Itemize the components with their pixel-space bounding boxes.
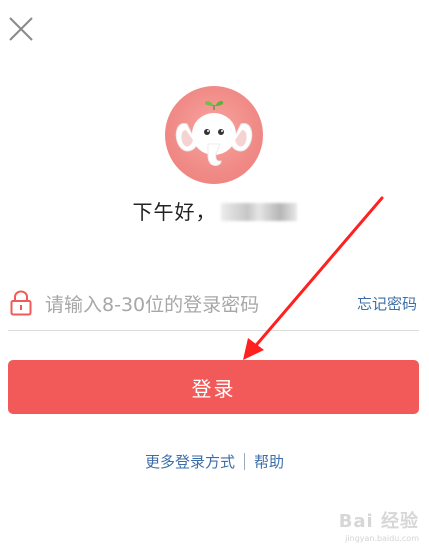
forgot-password-link[interactable]: 忘记密码 (357, 293, 417, 314)
watermark: Bai 经验 jingyan.baidu.com (339, 507, 419, 543)
masked-username (220, 203, 297, 221)
help-link[interactable]: 帮助 (254, 453, 284, 471)
close-button[interactable] (6, 14, 36, 44)
greeting-text: 下午好， (132, 200, 217, 224)
elephant-avatar-icon (175, 100, 253, 166)
greeting: 下午好， (0, 196, 429, 225)
footer-links: 更多登录方式 帮助 (0, 451, 429, 472)
watermark-sub: jingyan.baidu.com (345, 534, 419, 543)
login-screen: 下午好， 忘记密码 登录 更多登录方式 帮助 Bai 经验 jingyan.bai… (0, 0, 429, 549)
lock-icon (10, 290, 32, 316)
password-field-row: 忘记密码 (8, 282, 419, 331)
watermark-main: Bai 经验 (338, 511, 419, 532)
more-login-methods-link[interactable]: 更多登录方式 (145, 453, 235, 471)
close-icon (9, 17, 33, 41)
password-input[interactable] (45, 288, 335, 322)
link-divider (244, 453, 245, 470)
login-button[interactable]: 登录 (8, 360, 419, 414)
avatar (165, 86, 263, 184)
